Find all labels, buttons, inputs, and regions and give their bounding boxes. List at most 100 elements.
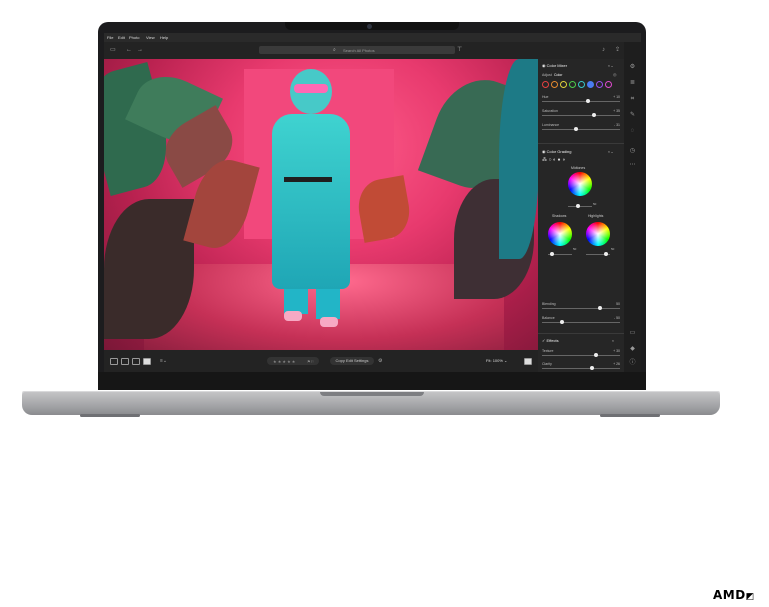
texture-slider[interactable]: Texture + 30 (542, 349, 620, 358)
slider-label: Texture (542, 349, 554, 353)
detail-view-icon[interactable] (132, 358, 140, 365)
more-icon[interactable]: ⋯ (629, 162, 636, 169)
slider-knob[interactable] (574, 127, 578, 131)
back-arrow-icon[interactable]: ← (126, 47, 132, 53)
info-icon[interactable]: ⓘ (629, 360, 636, 367)
flag-icon[interactable]: ⚑⚐ (307, 359, 314, 364)
shadows-lum-knob[interactable] (550, 252, 554, 256)
forward-arrow-icon[interactable]: → (137, 47, 143, 53)
adjust-select[interactable]: Color (554, 73, 562, 77)
healing-brush-icon[interactable]: ✎ (629, 112, 636, 119)
color-swatch-red[interactable] (542, 81, 549, 88)
color-swatch-aqua[interactable] (578, 81, 585, 88)
menu-photo[interactable]: Photo (129, 35, 139, 40)
blending-slider[interactable]: Blending 50 (542, 302, 620, 311)
slider-track[interactable] (542, 115, 620, 116)
target-adjust-icon[interactable]: ◎ (613, 72, 617, 77)
slider-value[interactable]: 50 (616, 302, 620, 306)
slider-value[interactable]: + 26 (613, 362, 620, 366)
sidebar-toggle-icon[interactable]: ▭ (110, 47, 116, 53)
photo-canvas[interactable] (104, 59, 538, 350)
slider-value[interactable]: - 50 (614, 316, 620, 320)
highlights-value: 50 (611, 247, 615, 251)
zoom-control[interactable]: Fit: 100% ⌄ (486, 358, 507, 363)
person-shoe (320, 317, 338, 327)
zoom-value[interactable]: 100% (493, 358, 503, 363)
slider-knob[interactable] (560, 320, 564, 324)
menu-edit[interactable]: Edit (118, 35, 125, 40)
grid-view-icon[interactable] (110, 358, 118, 365)
crop-icon[interactable]: ⌗ (629, 96, 636, 103)
tool-rail: ⚙ ≣ ⌗ ✎ ◌ ◷ ⋯ ▭ ◆ ⓘ (624, 42, 641, 372)
slider-knob[interactable] (594, 353, 598, 357)
history-icon[interactable]: ◷ (629, 148, 636, 155)
midtones-color-wheel[interactable] (568, 172, 592, 196)
highlights-lum-knob[interactable] (604, 252, 608, 256)
slider-knob[interactable] (592, 113, 596, 117)
menu-help[interactable]: Help (160, 35, 168, 40)
slider-track[interactable] (542, 129, 620, 130)
color-grading-header[interactable]: ◉ Color Grading (542, 149, 572, 154)
clarity-slider[interactable]: Clarity + 26 (542, 362, 620, 371)
person-shoe (284, 311, 302, 321)
search-input[interactable]: ⌕ Search All Photos (259, 46, 455, 54)
notification-icon[interactable]: ♪ (602, 47, 605, 53)
share-icon[interactable]: ⇪ (615, 47, 620, 53)
color-swatch-magenta[interactable] (605, 81, 612, 88)
copy-edit-settings-button[interactable]: Copy Edit Settings (330, 357, 374, 365)
hue-slider[interactable]: Hue + 10 (542, 95, 620, 104)
grading-mode-icons[interactable]: ⁂○◐●◑ (542, 157, 567, 163)
star-rating[interactable]: ★ ★ ★ ★ ★ ⚑⚐ (267, 357, 319, 365)
effects-header[interactable]: ✓ Effects (542, 338, 559, 343)
amd-logo: AMD◩ (713, 588, 755, 602)
filter-icon[interactable]: ⊤ (457, 47, 462, 53)
midtones-lum-knob[interactable] (576, 204, 580, 208)
slider-track[interactable] (542, 308, 620, 309)
slider-value[interactable]: + 35 (613, 109, 620, 113)
color-swatch-orange[interactable] (551, 81, 558, 88)
laptop-screen: File Edit Photo View Help ▭ ← → ⌕ Search… (104, 33, 641, 372)
slider-value[interactable]: + 30 (613, 349, 620, 353)
settings-gear-icon[interactable]: ⚙ (378, 358, 382, 364)
color-swatch-blue[interactable] (587, 81, 594, 88)
slider-track[interactable] (542, 322, 620, 323)
panel-eye-icon[interactable]: ◐⌄ (608, 63, 614, 68)
menu-view[interactable]: View (146, 35, 155, 40)
slider-track[interactable] (542, 355, 620, 356)
slider-track[interactable] (542, 368, 620, 369)
masking-icon[interactable]: ◌ (629, 128, 636, 135)
divider (538, 143, 624, 144)
slider-value[interactable]: + 10 (613, 95, 620, 99)
color-swatch-green[interactable] (569, 81, 576, 88)
search-icon: ⌕ (333, 47, 336, 53)
slider-knob[interactable] (598, 306, 602, 310)
midtones-lum-track[interactable] (568, 206, 592, 207)
highlights-color-wheel[interactable] (586, 222, 610, 246)
rating-stars[interactable]: ★ ★ ★ ★ ★ (273, 359, 295, 364)
saturation-slider[interactable]: Saturation + 35 (542, 109, 620, 118)
luminance-slider[interactable]: Luminance - 31 (542, 123, 620, 132)
divider (538, 333, 624, 334)
tag-icon[interactable]: ◆ (629, 346, 636, 353)
sort-icon[interactable]: ≡⌄ (160, 358, 167, 364)
slider-knob[interactable] (586, 99, 590, 103)
compare-view-icon[interactable] (524, 358, 532, 365)
panel-eye-icon[interactable]: ◐⌄ (608, 149, 614, 154)
slider-label: Blending (542, 302, 556, 306)
slider-value[interactable]: - 31 (614, 123, 620, 127)
edit-sliders-icon[interactable]: ⚙ (629, 64, 636, 71)
presets-icon[interactable]: ≣ (629, 80, 636, 87)
square-grid-icon[interactable] (121, 358, 129, 365)
shadows-color-wheel[interactable] (548, 222, 572, 246)
single-view-icon[interactable] (143, 358, 151, 365)
color-swatch-yellow[interactable] (560, 81, 567, 88)
comment-icon[interactable]: ▭ (629, 330, 636, 337)
slider-track[interactable] (542, 101, 620, 102)
panel-eye-icon[interactable]: ◐ (612, 338, 614, 343)
color-swatch-purple[interactable] (596, 81, 603, 88)
color-mixer-header[interactable]: ◉ Color Mixer (542, 63, 567, 68)
balance-slider[interactable]: Balance - 50 (542, 316, 620, 325)
slider-knob[interactable] (590, 366, 594, 370)
menu-file[interactable]: File (107, 35, 113, 40)
fit-label: Fit (486, 358, 491, 363)
